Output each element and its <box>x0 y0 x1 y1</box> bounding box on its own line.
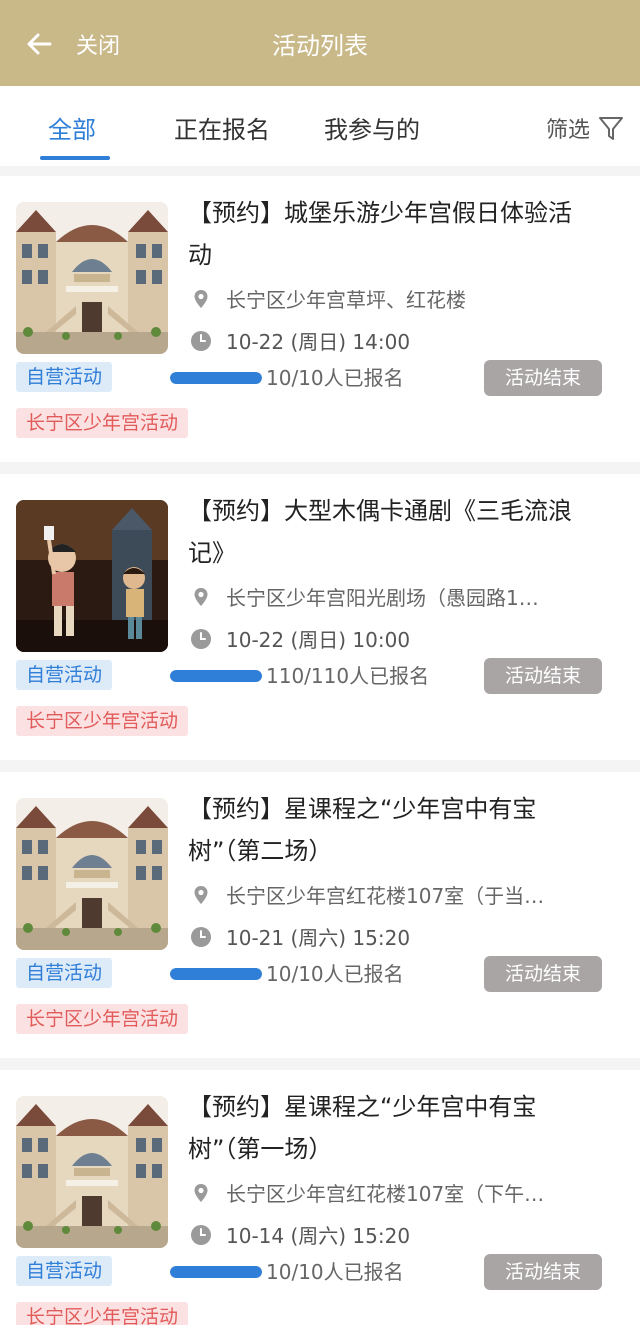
event-status-button[interactable]: 活动结束 <box>484 956 602 992</box>
registration-progress <box>170 968 262 980</box>
location-pin-icon <box>194 587 208 606</box>
self-run-tag: 自营活动 <box>16 660 113 690</box>
event-title: 【预约】星课程之“少年宫中有宝树”（第二场） <box>188 795 537 865</box>
tab-joined[interactable]: 我参与的 <box>324 110 420 145</box>
page-title: 活动列表 <box>272 32 368 60</box>
tab-bar: 全部 正在报名 我参与的 筛选 <box>0 86 640 166</box>
event-title: 【预约】城堡乐游少年宫假日体验活动 <box>188 199 572 269</box>
event-thumbnail <box>16 798 168 950</box>
clock-icon <box>191 926 211 947</box>
event-status-button[interactable]: 活动结束 <box>484 1254 602 1290</box>
top-bar: 关闭 活动列表 <box>0 0 640 86</box>
event-location: 长宁区少年宫红花楼107室（下午… <box>226 1182 545 1206</box>
registration-count: 10/10人已报名 <box>266 1260 404 1284</box>
self-run-tag: 自营活动 <box>16 958 113 988</box>
registration-progress <box>170 1266 262 1278</box>
event-status-button[interactable]: 活动结束 <box>484 360 602 396</box>
location-row: 长宁区少年宫阳光剧场（愚园路1… <box>190 582 580 611</box>
castle-illustration <box>16 1096 168 1248</box>
event-location: 长宁区少年宫草坪、红花楼 <box>226 288 466 312</box>
organizer-tag: 长宁区少年宫活动 <box>16 706 189 736</box>
clock-icon <box>191 1224 211 1245</box>
event-time: 10-21 (周六) 15:20 <box>226 926 411 950</box>
self-run-tag: 自营活动 <box>16 1256 113 1286</box>
castle-illustration <box>16 202 168 354</box>
registration-progress <box>170 670 262 682</box>
funnel-icon <box>599 117 623 140</box>
location-row: 长宁区少年宫红花楼107室（下午… <box>190 1178 580 1207</box>
registration-progress-fill <box>170 670 262 682</box>
event-time: 10-14 (周六) 15:20 <box>226 1224 411 1248</box>
event-card[interactable]: 【预约】大型木偶卡通剧《三毛流浪记》 长宁区少年宫阳光剧场（愚园路1… 10-2… <box>0 474 640 760</box>
event-status-button[interactable]: 活动结束 <box>484 658 602 694</box>
registration-progress-fill <box>170 968 262 980</box>
registration-progress <box>170 372 262 384</box>
puppet-stage-illustration <box>16 500 168 652</box>
location-row: 长宁区少年宫红花楼107室（于当… <box>190 880 580 909</box>
registration-count: 110/110人已报名 <box>266 664 430 688</box>
event-list: 【预约】城堡乐游少年宫假日体验活动 长宁区少年宫草坪、红花楼 10-22 (周日… <box>0 176 640 1325</box>
time-row: 10-14 (周六) 15:20 <box>190 1220 580 1249</box>
time-row: 10-21 (周六) 15:20 <box>190 922 580 951</box>
event-title: 【预约】大型木偶卡通剧《三毛流浪记》 <box>188 497 572 567</box>
time-row: 10-22 (周日) 10:00 <box>190 624 580 653</box>
clock-icon <box>191 628 211 649</box>
registration-count: 10/10人已报名 <box>266 366 404 390</box>
filter-button[interactable]: 筛选 <box>546 112 626 144</box>
event-card[interactable]: 【预约】城堡乐游少年宫假日体验活动 长宁区少年宫草坪、红花楼 10-22 (周日… <box>0 176 640 462</box>
location-pin-icon <box>194 885 208 904</box>
event-thumbnail <box>16 1096 168 1248</box>
event-thumbnail <box>16 202 168 354</box>
tab-registering[interactable]: 正在报名 <box>174 110 270 145</box>
event-time: 10-22 (周日) 14:00 <box>226 330 411 354</box>
organizer-tag: 长宁区少年宫活动 <box>16 1302 189 1325</box>
tab-all[interactable]: 全部 <box>48 110 96 145</box>
event-location: 长宁区少年宫红花楼107室（于当… <box>226 884 545 908</box>
filter-label: 筛选 <box>545 118 590 143</box>
organizer-tag: 长宁区少年宫活动 <box>16 1004 189 1034</box>
location-pin-icon <box>194 1183 208 1202</box>
clock-icon <box>191 330 211 351</box>
registration-progress-fill <box>170 1266 262 1278</box>
registration-count: 10/10人已报名 <box>266 962 404 986</box>
location-pin-icon <box>194 289 208 308</box>
event-card[interactable]: 【预约】星课程之“少年宫中有宝树”（第二场） 长宁区少年宫红花楼107室（于当…… <box>0 772 640 1058</box>
event-thumbnail <box>16 500 168 652</box>
event-location: 长宁区少年宫阳光剧场（愚园路1… <box>226 586 539 610</box>
self-run-tag: 自营活动 <box>16 362 113 392</box>
time-row: 10-22 (周日) 14:00 <box>190 326 580 355</box>
location-row: 长宁区少年宫草坪、红花楼 <box>190 284 580 313</box>
active-tab-indicator <box>40 156 110 160</box>
organizer-tag: 长宁区少年宫活动 <box>16 408 189 438</box>
registration-progress-fill <box>170 372 262 384</box>
event-title: 【预约】星课程之“少年宫中有宝树”（第一场） <box>188 1093 537 1163</box>
castle-illustration <box>16 798 168 950</box>
event-time: 10-22 (周日) 10:00 <box>226 628 411 652</box>
event-card[interactable]: 【预约】星课程之“少年宫中有宝树”（第一场） 长宁区少年宫红花楼107室（下午…… <box>0 1070 640 1325</box>
